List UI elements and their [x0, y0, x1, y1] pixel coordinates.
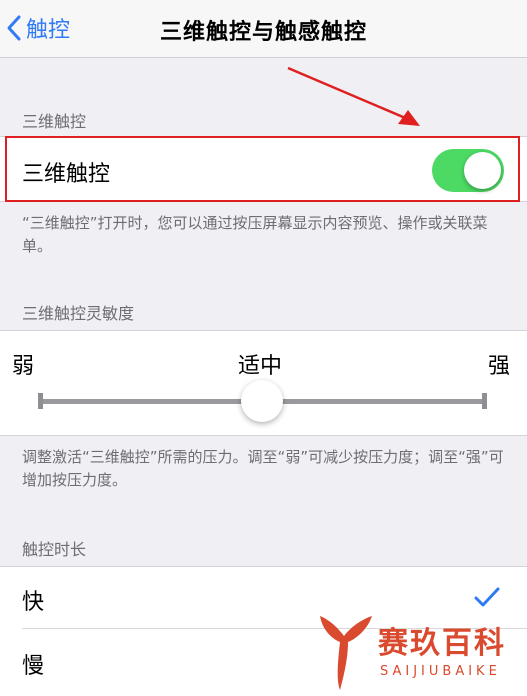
watermark-text: 赛玖百科 — [378, 626, 506, 661]
toggle-knob — [464, 152, 501, 189]
3d-touch-toggle[interactable] — [432, 149, 504, 192]
slider-mid-label: 适中 — [238, 354, 283, 379]
navigation-bar: 触控 三维触控与触感触控 — [0, 0, 527, 58]
page-title: 三维触控与触感触控 — [159, 20, 367, 45]
toggle-label-3d-touch: 三维触控 — [22, 162, 111, 187]
section-header-duration: 触控时长 — [22, 540, 87, 559]
slider-tick-max — [482, 393, 487, 409]
sensitivity-description: 调整激活“三维触控”所需的压力。调至“弱”可减少按压力度；调至“强”可增加按压力… — [22, 448, 504, 489]
section-header-3d-touch: 三维触控 — [22, 112, 87, 131]
sensitivity-slider-knob[interactable] — [241, 380, 283, 422]
duration-option-slow[interactable]: 慢 — [22, 648, 44, 680]
duration-option-fast[interactable]: 快 — [22, 584, 44, 616]
slider-max-label: 强 — [488, 354, 511, 379]
checkmark-icon — [474, 587, 500, 607]
annotation-arrow-icon — [287, 66, 420, 126]
whale-tail-logo-icon — [320, 616, 372, 690]
section-header-sensitivity: 三维触控灵敏度 — [22, 304, 135, 323]
watermark: 赛玖百科 SAIJIUBAIKE — [316, 610, 526, 694]
slider-min-label: 弱 — [12, 354, 35, 379]
watermark-subtext: SAIJIUBAIKE — [380, 664, 501, 679]
3d-touch-description: “三维触控”打开时，您可以通过按压屏幕显示内容预览、操作或关联菜单。 — [22, 214, 488, 255]
slider-tick-min — [38, 393, 43, 409]
